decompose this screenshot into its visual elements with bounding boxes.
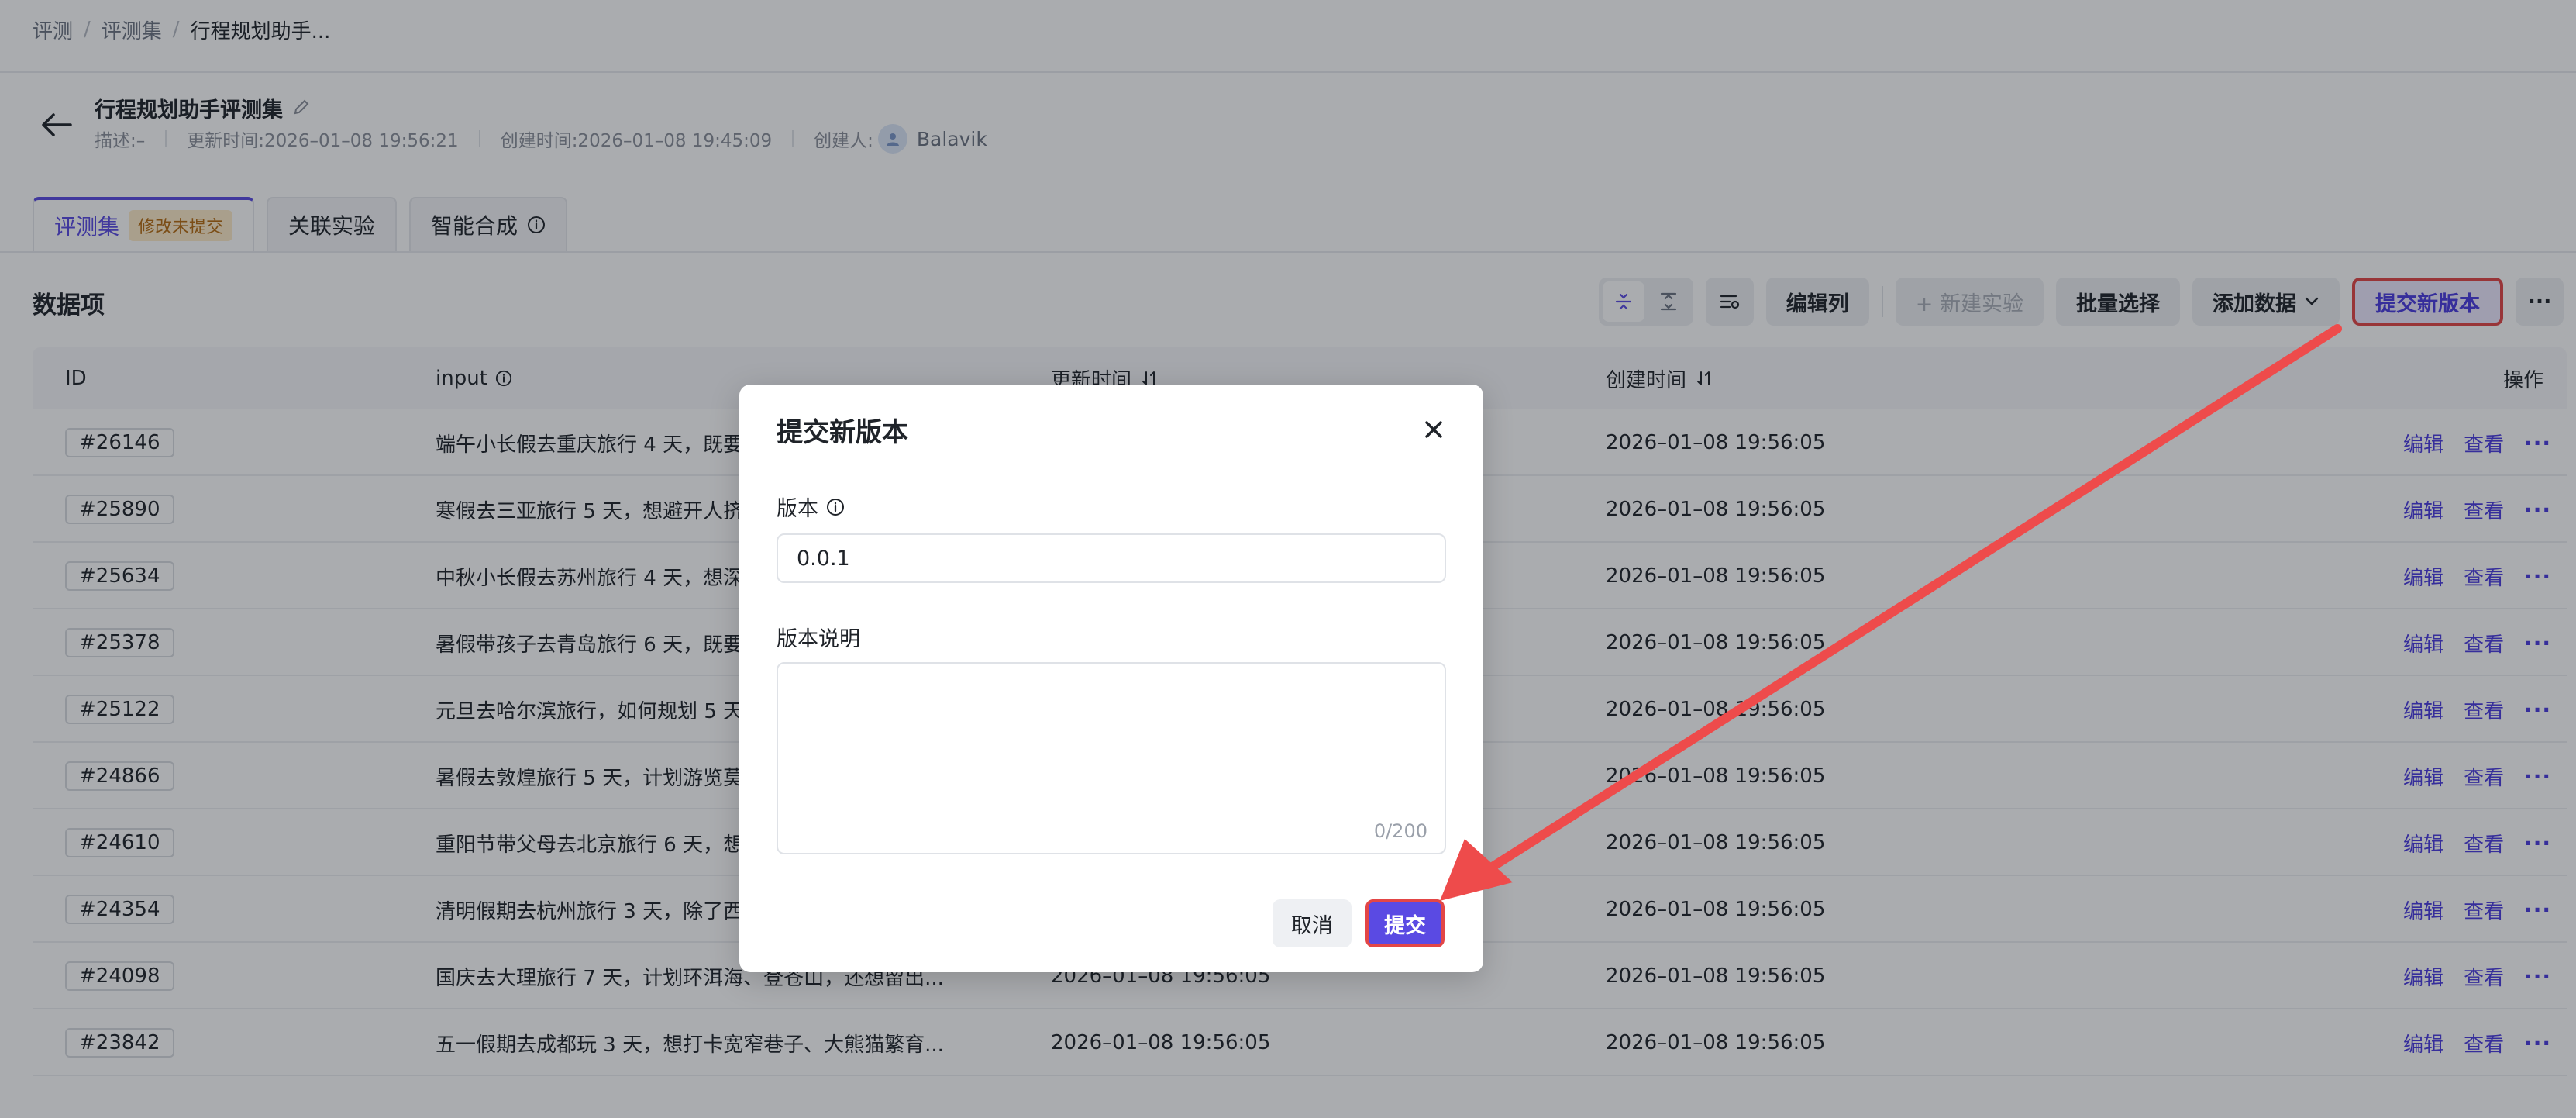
cancel-button[interactable]: 取消: [1273, 899, 1352, 947]
version-description-label: 版本说明: [777, 627, 860, 651]
version-description-textarea[interactable]: 0/200: [777, 662, 1446, 854]
close-icon: [1425, 421, 1442, 438]
dialog-title: 提交新版本: [777, 417, 908, 448]
info-icon: [827, 498, 844, 516]
version-input[interactable]: 0.0.1: [777, 533, 1446, 583]
page: 评测 / 评测集 / 行程规划助手... 行程规划助手评测集 描述:– 更新时间…: [0, 0, 2576, 1118]
submit-button[interactable]: 提交: [1365, 899, 1445, 947]
char-count: 0/200: [1373, 820, 1427, 842]
submit-version-dialog: 提交新版本 版本 0.0.1 版本说明 0/200 取消 提交: [739, 385, 1483, 972]
close-button[interactable]: [1418, 414, 1449, 445]
version-label: 版本: [777, 492, 845, 522]
version-label-text: 版本: [777, 497, 818, 521]
